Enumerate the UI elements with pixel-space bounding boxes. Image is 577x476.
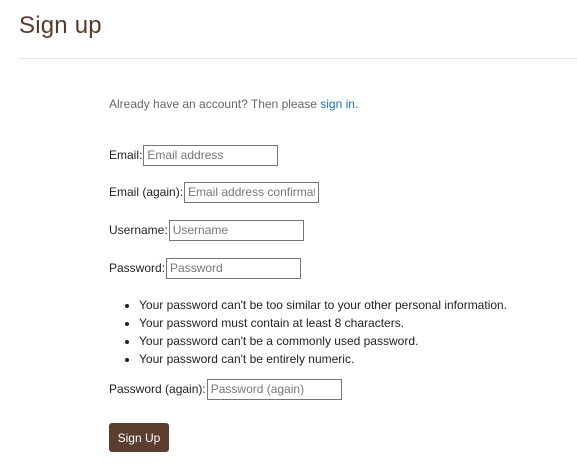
signin-prompt-suffix: .	[354, 97, 359, 111]
email-again-label: Email (again):	[109, 185, 184, 199]
page-title: Sign up	[19, 12, 102, 39]
signin-prompt: Already have an account? Then please sig…	[109, 97, 358, 111]
password-help-item: Your password can't be too similar to yo…	[139, 296, 507, 314]
password-help-item: Your password can't be entirely numeric.	[139, 350, 507, 368]
email-label: Email:	[109, 148, 143, 162]
password-again-row: Password (again):	[109, 378, 342, 400]
signin-prompt-text: Already have an account? Then please	[109, 97, 321, 111]
email-again-field[interactable]	[184, 181, 320, 203]
password-label: Password:	[109, 261, 166, 275]
password-help-item: Your password must contain at least 8 ch…	[139, 314, 507, 332]
password-again-label: Password (again):	[109, 382, 206, 396]
email-row: Email:	[109, 144, 279, 166]
signup-page: Sign up Already have an account? Then pl…	[0, 0, 577, 476]
title-divider	[19, 58, 577, 59]
password-row: Password:	[109, 257, 302, 279]
password-field[interactable]	[166, 257, 302, 279]
signin-link[interactable]: sign in	[320, 97, 355, 111]
password-help-list: Your password can't be too similar to yo…	[109, 296, 507, 368]
username-field[interactable]	[168, 219, 304, 241]
username-row: Username:	[109, 219, 304, 241]
password-help-item: Your password can't be a commonly used p…	[139, 332, 507, 350]
email-field[interactable]	[143, 144, 279, 166]
username-label: Username:	[109, 223, 168, 237]
password-again-field[interactable]	[206, 378, 342, 400]
signup-button[interactable]: Sign Up	[109, 423, 169, 452]
email-again-row: Email (again):	[109, 181, 320, 203]
